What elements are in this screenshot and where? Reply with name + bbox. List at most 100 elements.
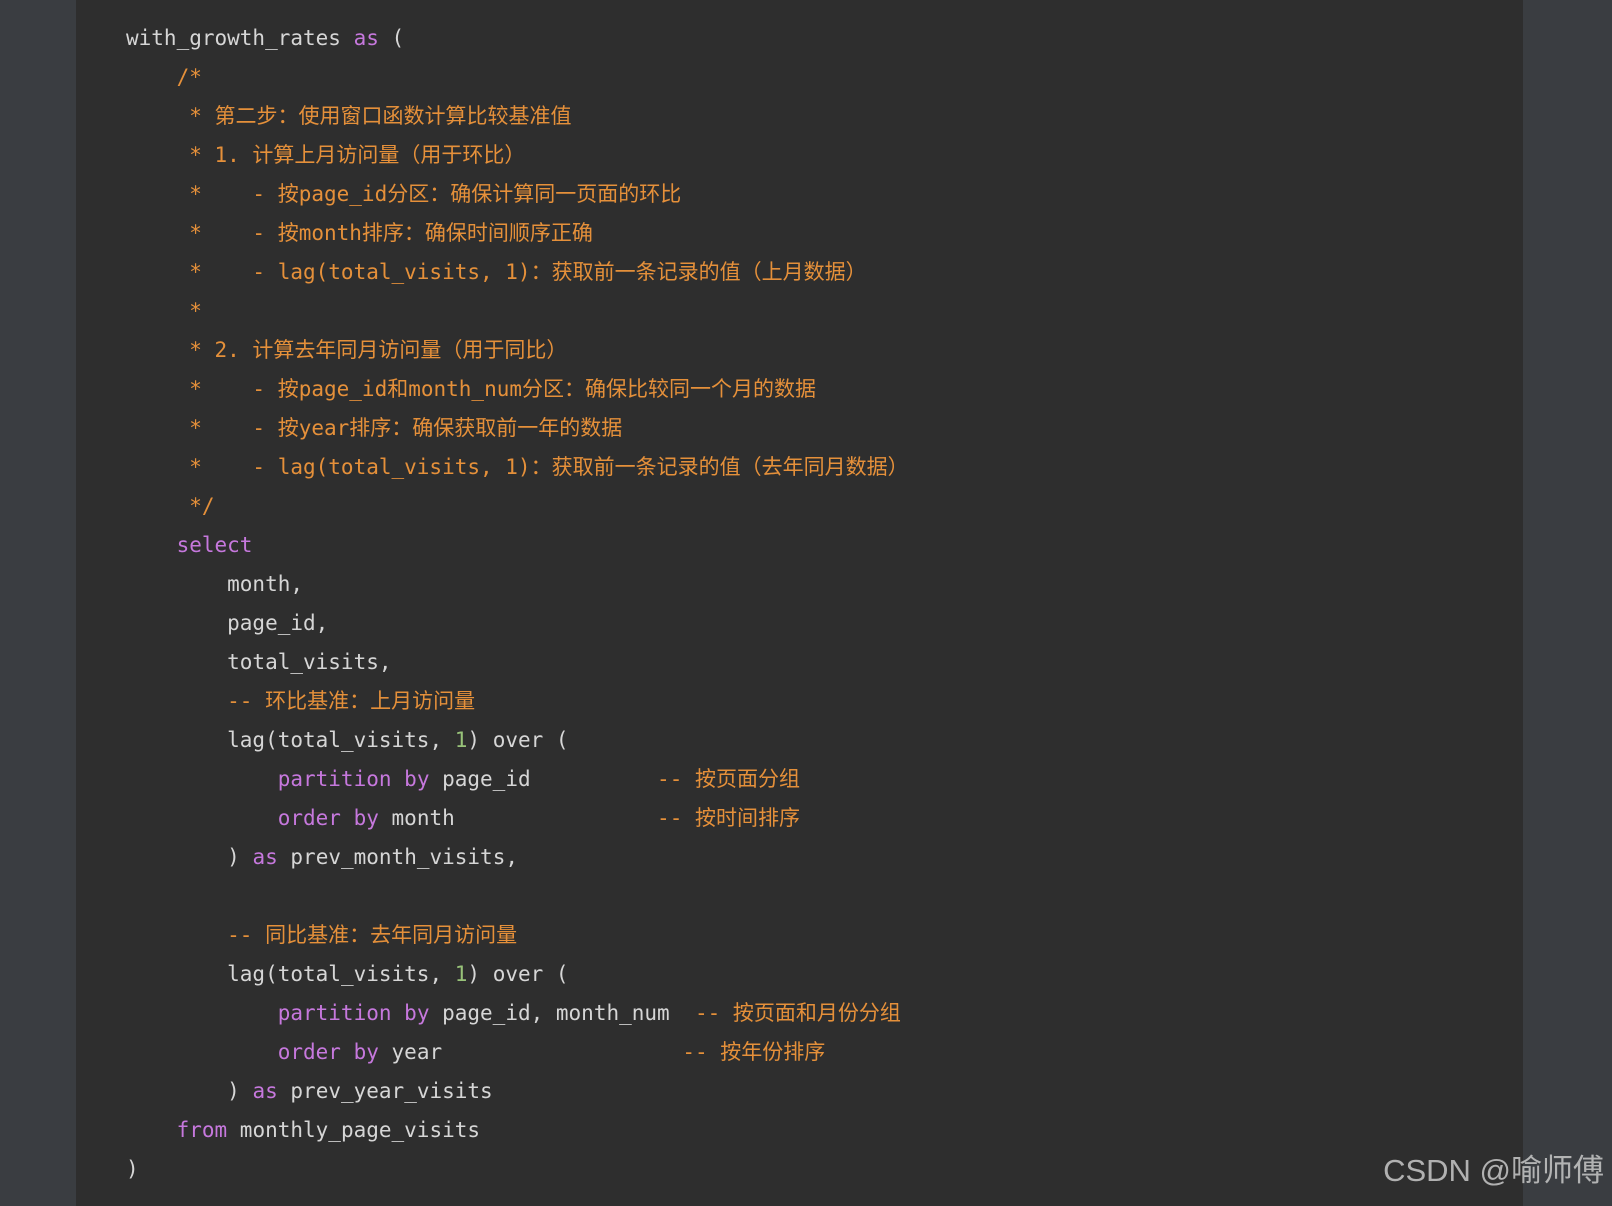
code-keyword: order — [277, 1040, 341, 1064]
code-line: /* — [126, 58, 909, 97]
code-comment: */ — [126, 494, 215, 518]
code-keyword: order — [277, 806, 341, 830]
code-line: * - 按page_id分区：确保计算同一页面的环比 — [126, 175, 909, 214]
code-punctuation: ( — [378, 26, 405, 50]
code-token: total_visits, — [277, 962, 455, 986]
code-token: total_visits, — [126, 650, 392, 674]
code-punctuation: ) — [227, 1079, 240, 1103]
code-token: page_id — [429, 767, 658, 791]
code-text: with_growth_rates as ( /* * 第二步：使用窗口函数计算… — [126, 19, 909, 1189]
code-comment: * - 按year排序：确保获取前一年的数据 — [126, 416, 623, 440]
code-line: ) as prev_month_visits, — [126, 838, 909, 877]
page: with_growth_rates as ( /* * 第二步：使用窗口函数计算… — [0, 0, 1612, 1206]
code-line: ) — [126, 1150, 909, 1189]
code-comment: * - 按month排序：确保时间顺序正确 — [126, 221, 593, 245]
code-line: order by year -- 按年份排序 — [126, 1033, 909, 1072]
code-line: with_growth_rates as ( — [126, 19, 909, 58]
code-line: from monthly_page_visits — [126, 1111, 909, 1150]
code-token: prev_month_visits, — [277, 845, 518, 869]
code-line: * - lag(total_visits, 1)：获取前一条记录的值（去年同月数… — [126, 448, 909, 487]
code-line: partition by page_id -- 按页面分组 — [126, 760, 909, 799]
code-punctuation: ( — [555, 962, 569, 986]
code-line: * 1. 计算上月访问量（用于环比） — [126, 136, 909, 175]
code-comment: -- 按时间排序 — [657, 806, 800, 830]
code-punctuation: ) — [227, 845, 240, 869]
code-token: year — [378, 1040, 683, 1064]
code-token: page_id, — [126, 611, 329, 635]
code-line: * 第二步：使用窗口函数计算比较基准值 — [126, 97, 909, 136]
code-line: -- 同比基准：去年同月访问量 — [126, 916, 909, 955]
code-punctuation: ( — [265, 728, 278, 752]
code-token: monthly_page_visits — [227, 1118, 481, 1142]
code-line: select — [126, 526, 909, 565]
code-line: lag(total_visits, 1) over ( — [126, 955, 909, 994]
code-keyword: as — [353, 26, 379, 50]
code-comment: * — [126, 299, 202, 323]
code-punctuation: ) — [467, 962, 481, 986]
code-keyword: by — [353, 1040, 379, 1064]
code-number: 1 — [454, 728, 468, 752]
code-line: * - 按year排序：确保获取前一年的数据 — [126, 409, 909, 448]
code-token: with_growth_rates — [126, 26, 354, 50]
code-comment: * - 按page_id和month_num分区：确保比较同一个月的数据 — [126, 377, 817, 401]
code-token: lag — [126, 728, 266, 752]
code-line: page_id, — [126, 604, 909, 643]
code-token: total_visits, — [277, 728, 455, 752]
code-comment: -- 按页面和月份分组 — [694, 1001, 901, 1025]
code-line: total_visits, — [126, 643, 909, 682]
code-punctuation: ( — [265, 962, 278, 986]
code-comment: * 1. 计算上月访问量（用于环比） — [126, 143, 526, 167]
code-number: 1 — [454, 962, 468, 986]
code-line: * - 按page_id和month_num分区：确保比较同一个月的数据 — [126, 370, 909, 409]
code-token: page_id, month_num — [429, 1001, 695, 1025]
code-comment: * - lag(total_visits, 1)：获取前一条记录的值（去年同月数… — [126, 455, 909, 479]
code-comment: * 第二步：使用窗口函数计算比较基准值 — [126, 104, 572, 128]
code-line: order by month -- 按时间排序 — [126, 799, 909, 838]
code-punctuation: ( — [555, 728, 569, 752]
code-keyword: partition — [277, 1001, 392, 1025]
code-token: lag — [126, 962, 266, 986]
code-comment: * - 按page_id分区：确保计算同一页面的环比 — [126, 182, 682, 206]
code-token: prev_year_visits — [277, 1079, 493, 1103]
code-comment: /* — [126, 65, 202, 89]
code-line: partition by page_id, month_num -- 按页面和月… — [126, 994, 909, 1033]
code-comment: * - lag(total_visits, 1)：获取前一条记录的值（上月数据） — [126, 260, 867, 284]
code-comment: * 2. 计算去年同月访问量（用于同比） — [126, 338, 568, 362]
code-keyword: by — [404, 767, 430, 791]
code-line: * 2. 计算去年同月访问量（用于同比） — [126, 331, 909, 370]
code-comment: -- 同比基准：去年同月访问量 — [126, 923, 518, 947]
code-punctuation: ) — [467, 728, 481, 752]
code-keyword: by — [404, 1001, 430, 1025]
code-block[interactable]: with_growth_rates as ( /* * 第二步：使用窗口函数计算… — [76, 0, 1523, 1206]
code-line: -- 环比基准：上月访问量 — [126, 682, 909, 721]
code-line: * - lag(total_visits, 1)：获取前一条记录的值（上月数据） — [126, 253, 909, 292]
code-line: * — [126, 292, 909, 331]
watermark: CSDN @喻师傅 — [1383, 1153, 1604, 1188]
code-keyword: as — [252, 1079, 278, 1103]
code-comment: -- 环比基准：上月访问量 — [126, 689, 476, 713]
code-punctuation: ) — [126, 1157, 139, 1181]
code-token: month — [378, 806, 658, 830]
code-keyword: select — [176, 533, 253, 557]
code-line: ) as prev_year_visits — [126, 1072, 909, 1111]
code-line: */ — [126, 487, 909, 526]
code-comment: -- 按年份排序 — [682, 1040, 826, 1064]
code-token: over — [480, 728, 556, 752]
code-token: month, — [126, 572, 304, 596]
code-comment: -- 按页面分组 — [657, 767, 800, 791]
code-line: lag(total_visits, 1) over ( — [126, 721, 909, 760]
